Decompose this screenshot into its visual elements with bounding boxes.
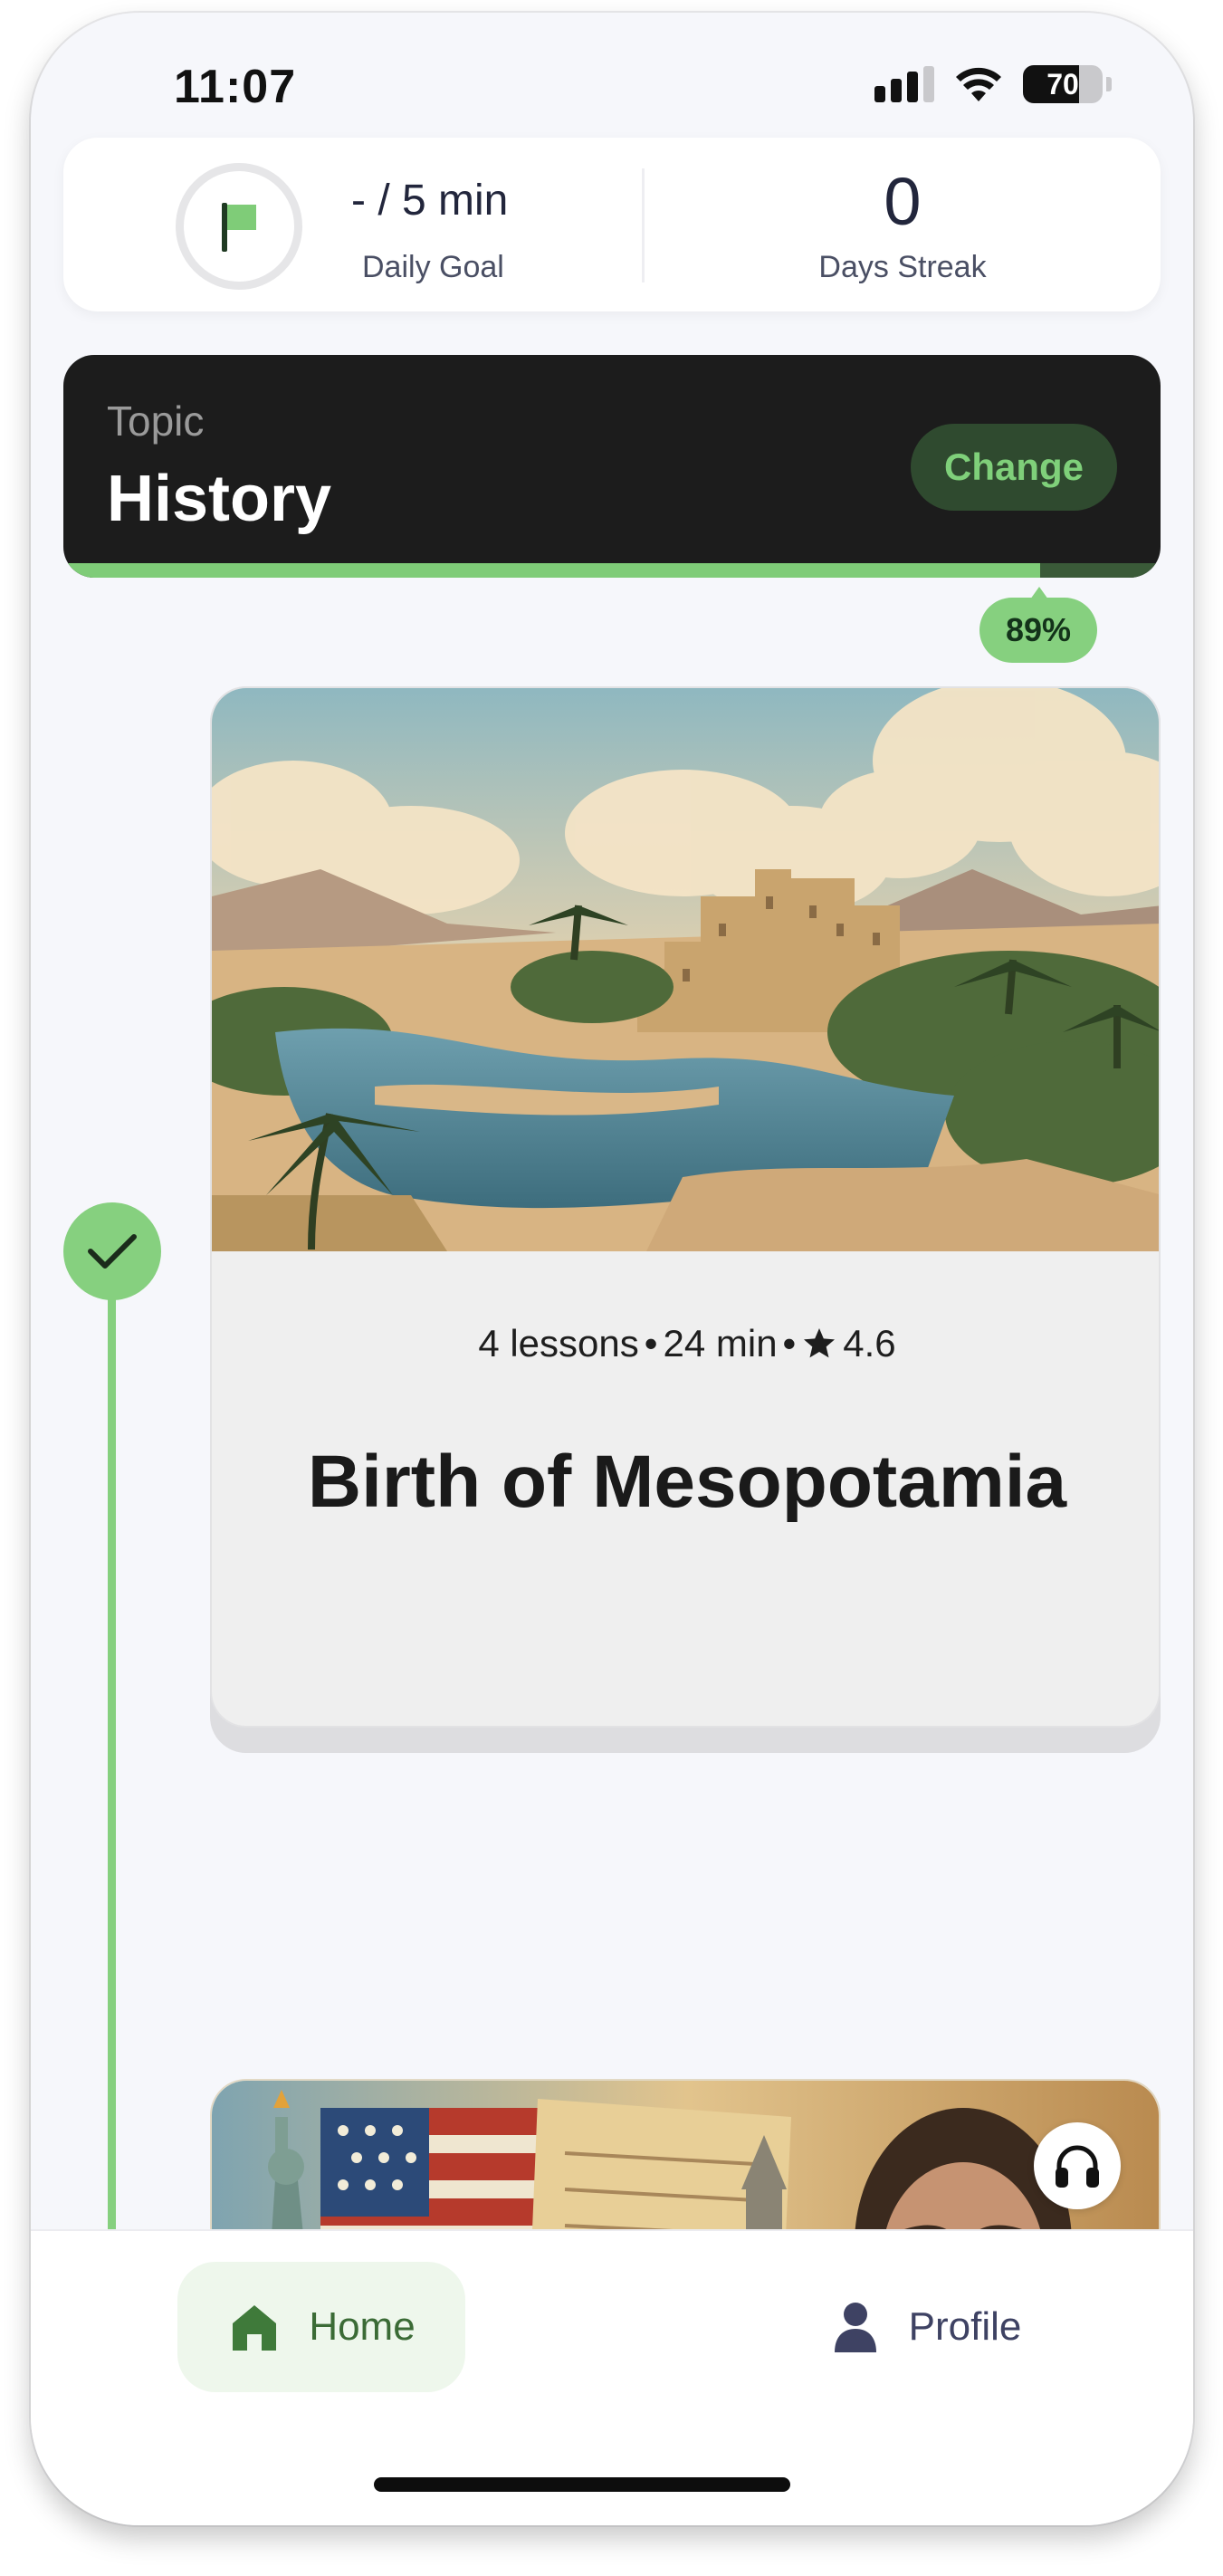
audio-button[interactable] — [1034, 2122, 1121, 2209]
star-icon — [804, 1328, 836, 1358]
streak-value: 0 — [884, 164, 922, 239]
topic-label: Topic — [107, 397, 205, 445]
battery-level: 70 — [1046, 67, 1079, 101]
lesson-count: 4 lessons — [478, 1322, 639, 1365]
lesson-image — [212, 688, 1159, 1251]
meta-separator: • — [644, 1322, 658, 1365]
lesson-rating: 4.6 — [843, 1322, 896, 1365]
topic-title: History — [107, 463, 332, 535]
battery-icon: 70 — [1023, 65, 1103, 103]
progress-percent-badge: 89% — [979, 587, 1097, 663]
phone-screen: 11:07 70 - / 5 min Daily Goal 0 Days Str… — [31, 13, 1193, 2525]
headphones-icon — [1056, 2145, 1099, 2188]
lesson-card[interactable]: 4 lessons • 24 min • 4.6 Birth of Mesopo… — [210, 686, 1161, 1753]
meta-separator: • — [782, 1322, 797, 1365]
battery-tip — [1106, 77, 1112, 91]
streak-label: Days Streak — [818, 250, 987, 284]
completed-check-node — [63, 1202, 161, 1300]
nav-profile-label: Profile — [908, 2304, 1022, 2349]
lesson-title: Birth of Mesopotamia — [307, 1441, 1067, 1523]
goal-progress-ring — [176, 163, 302, 290]
lesson-card-body: 4 lessons • 24 min • 4.6 Birth of Mesopo… — [210, 686, 1161, 1728]
nav-profile[interactable]: Profile — [809, 2262, 1045, 2392]
change-topic-button[interactable]: Change — [911, 424, 1117, 511]
daily-goal-label: Daily Goal — [362, 250, 504, 284]
nav-home-label: Home — [309, 2304, 416, 2349]
lesson-duration: 24 min — [663, 1322, 778, 1365]
daily-goal-value: - / 5 min — [351, 177, 509, 225]
topic-progress-bar — [63, 563, 1161, 578]
topic-progress-fill — [63, 563, 1040, 578]
nav-home[interactable]: Home — [177, 2262, 465, 2392]
home-icon — [233, 2305, 277, 2351]
person-icon — [834, 2303, 876, 2352]
status-time: 11:07 — [174, 61, 297, 113]
home-indicator[interactable] — [374, 2477, 790, 2492]
wifi-icon — [956, 67, 1001, 101]
signal-icon — [874, 66, 934, 102]
goal-card[interactable]: - / 5 min Daily Goal 0 Days Streak — [63, 138, 1161, 311]
flag-icon — [222, 203, 256, 252]
check-icon — [88, 1234, 137, 1269]
topic-card: Topic History Change — [63, 355, 1161, 578]
status-icons: 70 — [874, 65, 1112, 103]
timeline-line — [108, 1298, 116, 2258]
lesson-meta: 4 lessons • 24 min • 4.6 — [212, 1322, 1159, 1365]
